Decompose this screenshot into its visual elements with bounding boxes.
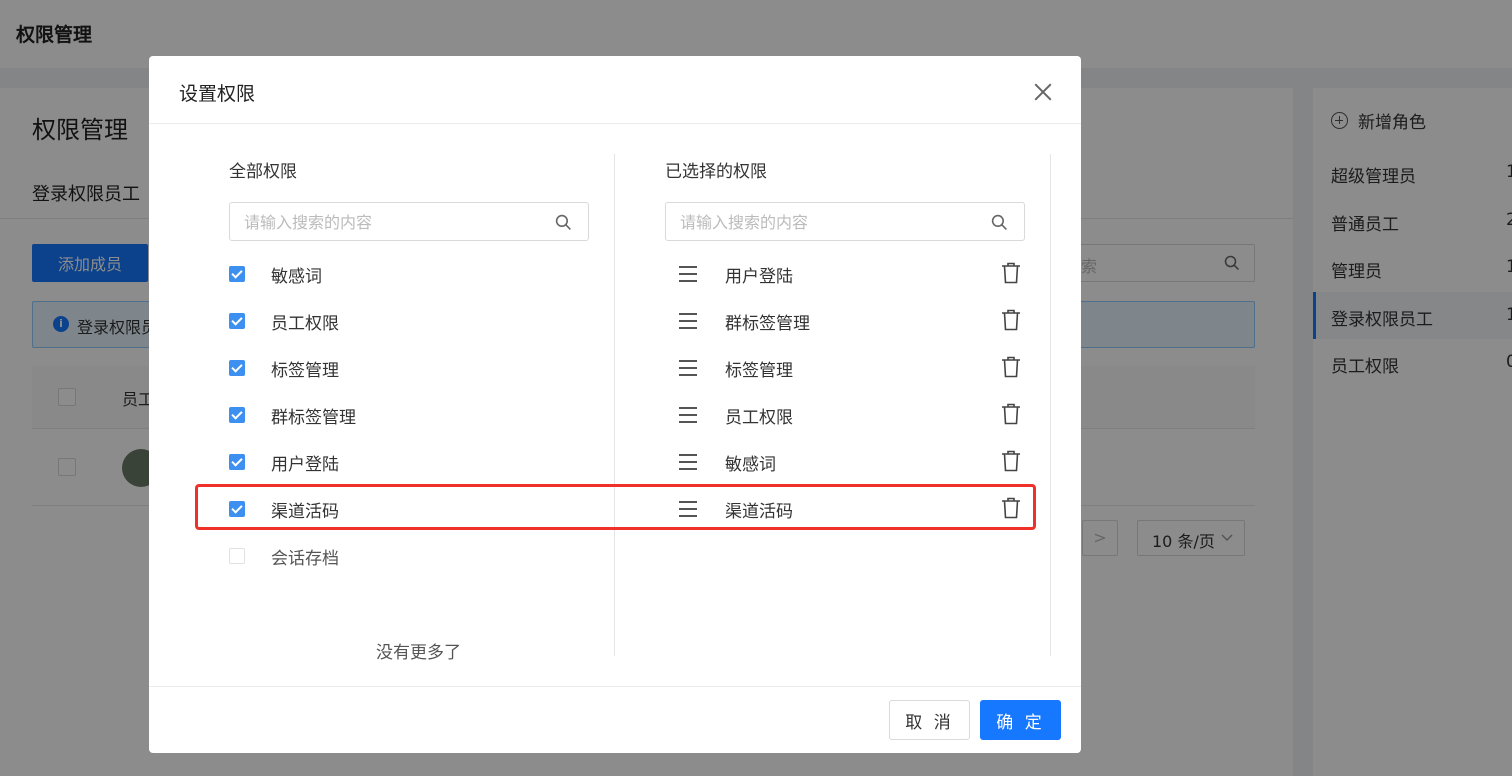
permission-label: 标签管理 <box>271 360 339 381</box>
selected-item-user-login[interactable]: 用户登陆 <box>679 259 1024 289</box>
close-icon[interactable] <box>1033 82 1053 102</box>
selected-label: 用户登陆 <box>725 267 793 287</box>
selected-label: 标签管理 <box>725 361 793 381</box>
drag-handle-icon[interactable] <box>679 454 697 470</box>
selected-item-channel-qrcode[interactable]: 渠道活码 <box>679 494 1024 524</box>
permission-item-staff-permission[interactable]: 员工权限 <box>229 306 339 336</box>
selected-permissions-search[interactable] <box>665 202 1025 241</box>
all-permissions-search[interactable] <box>229 202 589 241</box>
permission-label: 用户登陆 <box>271 454 339 475</box>
checkbox-checked[interactable] <box>229 313 245 329</box>
drag-handle-icon[interactable] <box>679 501 697 517</box>
selected-permissions-title: 已选择的权限 <box>665 162 767 182</box>
selected-label: 渠道活码 <box>725 502 793 522</box>
drag-handle-icon[interactable] <box>679 407 697 423</box>
set-permission-dialog: 设置权限 全部权限 敏感词 员工权限 标签管理 群标签管理 用户登陆 渠道活码 … <box>149 56 1081 753</box>
permission-item-channel-qrcode[interactable]: 渠道活码 <box>229 494 339 524</box>
trash-icon[interactable] <box>1001 497 1021 519</box>
trash-icon[interactable] <box>1001 450 1021 472</box>
all-permissions-title: 全部权限 <box>229 162 297 182</box>
drag-handle-icon[interactable] <box>679 266 697 282</box>
checkbox-checked[interactable] <box>229 360 245 376</box>
drag-handle-icon[interactable] <box>679 360 697 376</box>
selected-label: 员工权限 <box>725 408 793 428</box>
trash-icon[interactable] <box>1001 309 1021 331</box>
cancel-button[interactable]: 取 消 <box>889 700 970 740</box>
no-more-text: 没有更多了 <box>376 643 461 663</box>
permission-item-sensitive-words[interactable]: 敏感词 <box>229 259 322 289</box>
column-divider <box>614 154 615 656</box>
search-icon[interactable] <box>991 214 1008 231</box>
trash-icon[interactable] <box>1001 262 1021 284</box>
selected-label: 敏感词 <box>725 455 776 475</box>
selected-item-staff-permission[interactable]: 员工权限 <box>679 400 1024 430</box>
checkbox-unchecked[interactable] <box>229 548 245 564</box>
permission-label: 会话存档 <box>271 548 339 569</box>
selected-label: 群标签管理 <box>725 314 810 334</box>
checkbox-checked[interactable] <box>229 454 245 470</box>
permission-item-tag-management[interactable]: 标签管理 <box>229 353 339 383</box>
permission-item-group-tag-management[interactable]: 群标签管理 <box>229 400 356 430</box>
confirm-button[interactable]: 确 定 <box>980 700 1061 740</box>
trash-icon[interactable] <box>1001 403 1021 425</box>
permission-label: 渠道活码 <box>271 501 339 522</box>
selected-item-tag-management[interactable]: 标签管理 <box>679 353 1024 383</box>
dialog-footer: 取 消 确 定 <box>149 686 1081 753</box>
trash-icon[interactable] <box>1001 356 1021 378</box>
permission-label: 敏感词 <box>271 266 322 287</box>
checkbox-checked[interactable] <box>229 407 245 423</box>
checkbox-checked[interactable] <box>229 501 245 517</box>
permission-label: 群标签管理 <box>271 407 356 428</box>
permission-item-user-login[interactable]: 用户登陆 <box>229 447 339 477</box>
all-permissions-search-input[interactable] <box>244 211 534 233</box>
selected-permissions-search-input[interactable] <box>680 211 970 233</box>
search-icon[interactable] <box>555 214 572 231</box>
drag-handle-icon[interactable] <box>679 313 697 329</box>
selected-item-group-tag-management[interactable]: 群标签管理 <box>679 306 1024 336</box>
checkbox-checked[interactable] <box>229 266 245 282</box>
dialog-title: 设置权限 <box>179 83 256 105</box>
permission-label: 员工权限 <box>271 313 339 334</box>
permission-item-chat-archive[interactable]: 会话存档 <box>229 541 339 571</box>
dialog-header: 设置权限 <box>149 56 1081 124</box>
column-divider-right <box>1050 154 1051 656</box>
selected-item-sensitive-words[interactable]: 敏感词 <box>679 447 1024 477</box>
